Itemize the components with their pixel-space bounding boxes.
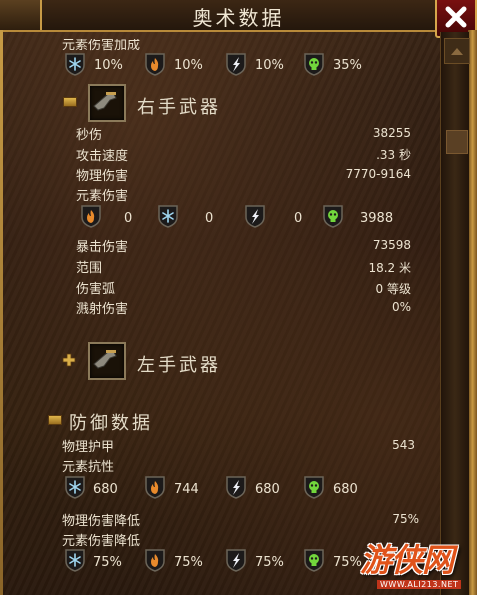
fire-icon: [80, 204, 102, 228]
resist-frost-value: 680: [93, 482, 118, 497]
watermark-url: WWW.ALI213.NET: [377, 580, 462, 589]
collapse-defense-button[interactable]: [48, 415, 62, 425]
resist-poison-value: 680: [333, 482, 358, 497]
attack-speed-value: .33 秒: [376, 148, 411, 162]
damage-arc-value: 0 等级: [375, 282, 411, 296]
dps-value: 38255: [372, 126, 411, 140]
fire-icon: [144, 475, 166, 499]
stats-window: [0, 0, 477, 595]
splash-damage-label: 溅射伤害: [76, 302, 129, 317]
resist-lightning-value: 680: [255, 482, 280, 497]
reduce-fire-value: 75%: [174, 555, 203, 570]
physical-damage-label: 物理伤害: [76, 169, 129, 184]
frame-edge-right: [468, 30, 477, 595]
elemental-poison-value: 3988: [360, 211, 394, 226]
range-label: 范围: [76, 261, 103, 276]
elemental-frost-value: 0: [205, 211, 214, 226]
lightning-icon: [225, 548, 247, 572]
armor-label: 物理护甲: [62, 440, 115, 455]
scrollbar-thumb[interactable]: [446, 130, 468, 154]
damage-arc-label: 伤害弧: [76, 282, 116, 297]
attack-speed-label: 攻击速度: [76, 149, 129, 164]
window-title: 奥术数据: [192, 6, 285, 30]
physical-reduction-value: 75%: [392, 512, 419, 526]
fire-icon: [144, 52, 166, 76]
dps-label: 秒伤: [76, 128, 103, 143]
physical-reduction-label: 物理伤害降低: [62, 514, 141, 529]
lightning-icon: [225, 52, 247, 76]
elemental-fire-value: 0: [124, 211, 133, 226]
defense-heading: 防御数据: [69, 413, 153, 434]
crit-damage-label: 暴击伤害: [76, 240, 129, 255]
poison-icon: [303, 548, 325, 572]
scroll-up-button[interactable]: [444, 38, 470, 64]
frame-edge-left: [0, 30, 3, 595]
reduce-poison-value: 75%: [333, 555, 362, 570]
fire-icon: [144, 548, 166, 572]
crit-damage-value: 73598: [372, 238, 411, 252]
elemental-lightning-value: 0: [294, 211, 303, 226]
poison-icon: [303, 475, 325, 499]
gun-icon: [93, 92, 117, 111]
splash-damage-value: 0%: [391, 300, 411, 314]
elemental-resist-label: 元素抗性: [62, 460, 115, 475]
poison-icon: [303, 52, 325, 76]
range-value: 18.2 米: [368, 261, 411, 275]
expand-left-weapon-button[interactable]: [62, 353, 76, 367]
bonus-poison-value: 35%: [333, 58, 362, 73]
frost-icon: [64, 548, 86, 572]
frost-icon: [64, 475, 86, 499]
poison-icon: [322, 204, 344, 228]
reduce-frost-value: 75%: [93, 555, 122, 570]
lightning-icon: [244, 204, 266, 228]
chevron-up-icon: [451, 48, 463, 55]
close-icon: [445, 6, 467, 28]
frost-icon: [64, 52, 86, 76]
frost-icon: [157, 204, 179, 228]
scrollbar-track[interactable]: [440, 32, 469, 595]
gun-icon: [93, 350, 117, 369]
watermark-logo: 游侠网: [360, 541, 454, 579]
collapse-right-weapon-button[interactable]: [63, 97, 77, 107]
left-weapon-slot[interactable]: [88, 342, 126, 380]
reduce-lightning-value: 75%: [255, 555, 284, 570]
title-bar: 奥术数据: [0, 0, 477, 32]
right-weapon-slot[interactable]: [88, 84, 126, 122]
bonus-lightning-value: 10%: [255, 58, 284, 73]
armor-value: 543: [392, 438, 415, 452]
elemental-damage-label: 元素伤害: [76, 189, 129, 204]
elemental-reduction-label: 元素伤害降低: [62, 534, 141, 549]
physical-damage-value: 7770-9164: [345, 167, 411, 181]
right-weapon-heading: 右手武器: [137, 97, 221, 118]
left-weapon-heading: 左手武器: [137, 355, 221, 376]
bonus-frost-value: 10%: [94, 58, 123, 73]
resist-fire-value: 744: [174, 482, 199, 497]
bonus-fire-value: 10%: [174, 58, 203, 73]
lightning-icon: [225, 475, 247, 499]
